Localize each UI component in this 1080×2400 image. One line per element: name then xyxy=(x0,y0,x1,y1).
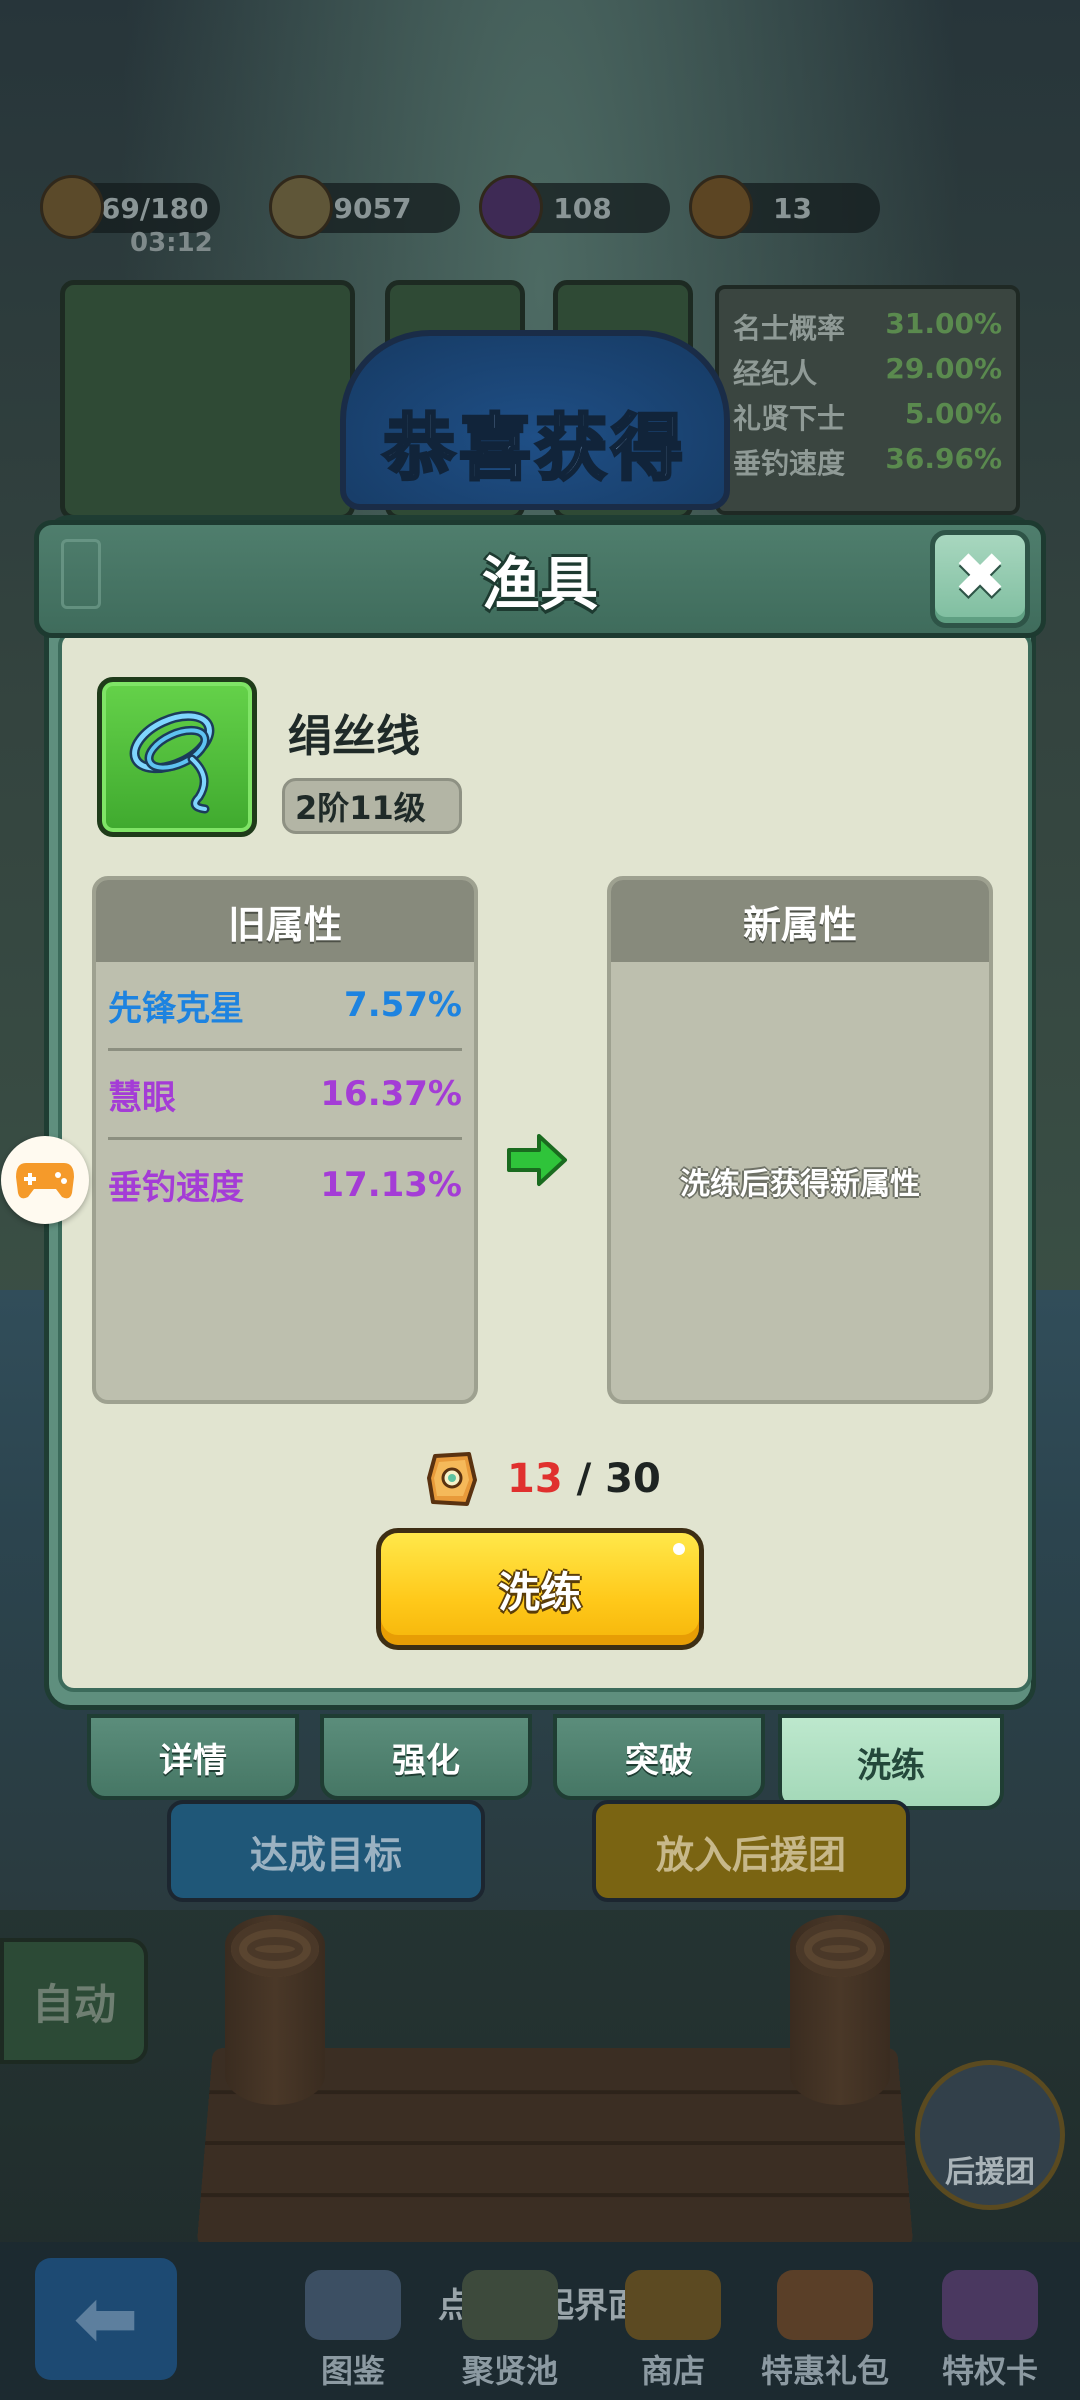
refine-cost-text: 13 / 30 xyxy=(507,1456,661,1502)
stamina-counter: 169/180 xyxy=(40,175,220,239)
tab-breakthrough[interactable]: 突破 xyxy=(553,1714,765,1800)
dock-post-right xyxy=(790,1915,890,2105)
gem-counter: 108 xyxy=(479,175,670,239)
card-icon xyxy=(942,2270,1038,2340)
background-stats-panel: 名士概率 31.00% 经纪人 29.00% 礼贤下士 5.00% 垂钓速度 36.96… xyxy=(715,285,1020,515)
nav-label: 特权卡 xyxy=(941,2352,1038,2390)
nav-privilege-card[interactable]: 特权卡 xyxy=(915,2262,1065,2392)
cost-need: 30 xyxy=(605,1456,661,1502)
item-icon-frame[interactable] xyxy=(97,677,257,837)
nav-handbook[interactable]: 图鉴 xyxy=(278,2262,428,2392)
add-to-support-button[interactable]: 放入后援团 xyxy=(592,1800,910,1902)
attribute-name: 垂钓速度 xyxy=(108,1168,244,1208)
dialog-header: 渔具 xyxy=(34,520,1046,638)
stamina-timer: 03:12 xyxy=(130,228,213,258)
coin-icon xyxy=(269,175,333,239)
refine-stone-icon xyxy=(427,1452,477,1506)
nav-label: 特惠礼包 xyxy=(760,2352,889,2390)
close-button[interactable]: ✖ xyxy=(930,530,1030,628)
gamepad-icon xyxy=(16,1163,74,1199)
goal-button[interactable]: 达成目标 xyxy=(167,1800,485,1902)
old-attributes-panel: 旧属性 先锋克星 7.57% 慧眼 16.37% 垂钓速度 17.13% xyxy=(92,876,478,1404)
goal-button-label: 达成目标 xyxy=(249,1832,402,1877)
arrow-right-icon xyxy=(507,1134,567,1186)
coin-counter: 9057 xyxy=(269,175,460,239)
gem-value: 108 xyxy=(553,191,612,225)
support-team-label: 后援团 xyxy=(945,2155,1035,2190)
add-to-support-label: 放入后援团 xyxy=(655,1832,846,1877)
dock-post-left xyxy=(225,1915,325,2105)
nav-talent-pool[interactable]: 聚贤池 xyxy=(435,2262,585,2392)
old-attributes-title: 旧属性 xyxy=(96,880,474,962)
congrats-text: 恭喜获得 xyxy=(381,405,687,492)
ticket-counter: 13 xyxy=(689,175,880,239)
tab-label: 强化 xyxy=(392,1740,460,1781)
book-icon xyxy=(305,2270,401,2340)
old-attributes-list: 先锋克星 7.57% 慧眼 16.37% 垂钓速度 17.13% xyxy=(96,962,474,1229)
ticket-value: 13 xyxy=(773,191,812,225)
nav-label: 聚贤池 xyxy=(461,2352,558,2390)
attribute-name: 先锋克星 xyxy=(108,988,244,1029)
attribute-name: 慧眼 xyxy=(108,1077,176,1118)
stat-row: 垂钓速度 36.96% xyxy=(733,442,1002,480)
tab-enhance[interactable]: 强化 xyxy=(320,1714,532,1800)
attribute-row: 先锋克星 7.57% xyxy=(108,962,462,1051)
attribute-value: 16.37% xyxy=(320,1074,462,1114)
ticket-icon xyxy=(689,175,753,239)
header-ornament xyxy=(61,539,101,609)
refine-button-label: 洗练 xyxy=(497,1567,582,1617)
gift-icon xyxy=(777,2270,873,2340)
close-icon: ✖ xyxy=(953,540,1007,614)
refine-button[interactable]: 洗练 xyxy=(376,1528,704,1650)
tab-label: 详情 xyxy=(159,1740,227,1781)
attribute-row: 慧眼 16.37% xyxy=(108,1051,462,1140)
congrats-banner: 恭喜获得 xyxy=(340,330,730,510)
new-attributes-hint: 洗练后获得新属性 xyxy=(680,1167,920,1202)
support-team-button[interactable]: 后援团 xyxy=(915,2060,1065,2210)
nav-label: 商店 xyxy=(640,2352,705,2390)
attribute-row: 垂钓速度 17.13% xyxy=(108,1140,462,1229)
dialog-title: 渔具 xyxy=(481,550,598,618)
game-helper-button[interactable] xyxy=(1,1136,89,1224)
new-attributes-panel: 新属性 洗练后获得新属性 xyxy=(607,876,993,1404)
stat-row: 礼贤下士 5.00% xyxy=(733,397,1002,435)
auto-button[interactable]: 自动 xyxy=(0,1938,148,2064)
attribute-value: 17.13% xyxy=(320,1164,462,1205)
nav-special-offer[interactable]: 特惠礼包 xyxy=(750,2262,900,2392)
coin-value: 9057 xyxy=(333,191,412,225)
tab-label: 突破 xyxy=(625,1740,693,1781)
new-attributes-title: 新属性 xyxy=(611,880,989,962)
fishing-line-icon xyxy=(129,710,215,814)
stat-row: 名士概率 31.00% xyxy=(733,307,1002,345)
attribute-value: 7.57% xyxy=(344,985,462,1025)
item-level-badge: 2阶11级 xyxy=(282,778,462,834)
cost-have: 13 xyxy=(507,1456,563,1502)
refine-cost: 13 / 30 xyxy=(425,1448,661,1510)
cost-separator: / xyxy=(562,1456,606,1502)
tab-refine[interactable]: 洗练 xyxy=(778,1714,1004,1810)
gem-icon xyxy=(479,175,543,239)
item-name: 绢丝线 xyxy=(288,711,420,762)
nav-shop[interactable]: 商店 xyxy=(598,2262,748,2392)
stat-row: 经纪人 29.00% xyxy=(733,352,1002,390)
tab-details[interactable]: 详情 xyxy=(87,1714,299,1800)
nav-label: 图鉴 xyxy=(320,2352,385,2390)
pool-icon xyxy=(462,2270,558,2340)
background-rod-card xyxy=(60,280,355,520)
tab-label: 洗练 xyxy=(857,1745,925,1786)
shop-icon xyxy=(625,2270,721,2340)
auto-button-label: 自动 xyxy=(31,1979,116,2029)
stamina-icon xyxy=(40,175,104,239)
